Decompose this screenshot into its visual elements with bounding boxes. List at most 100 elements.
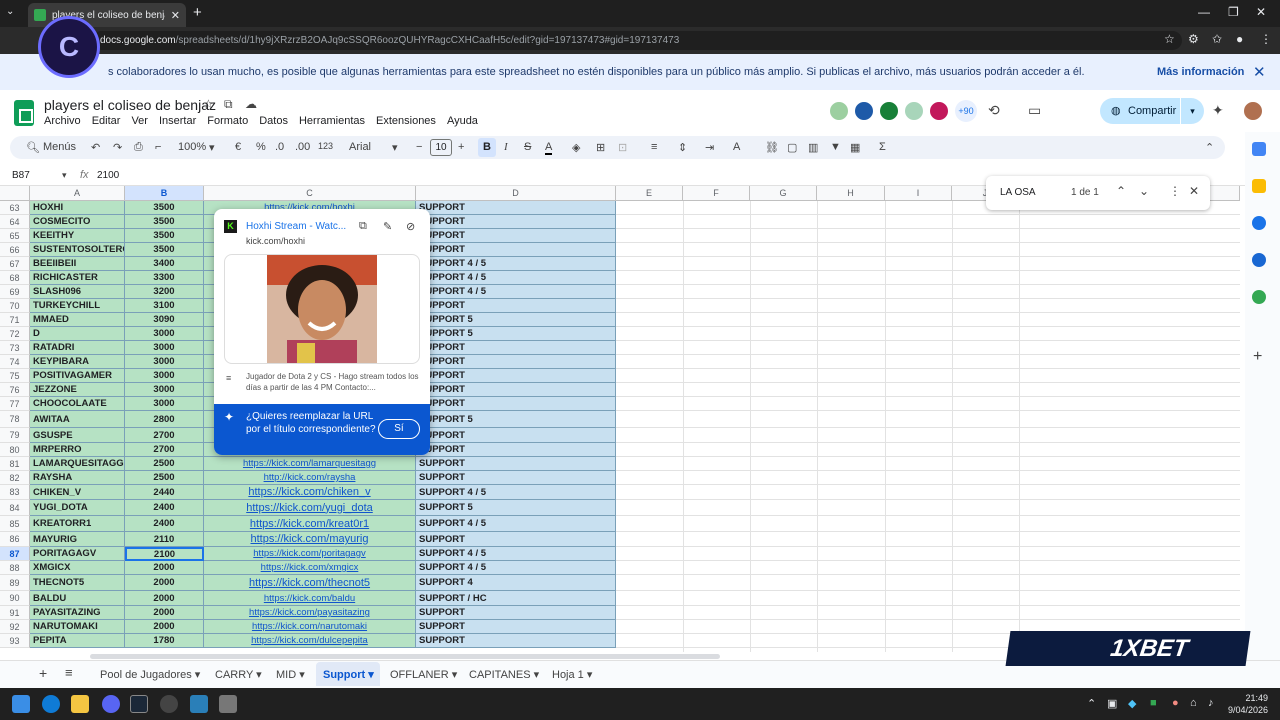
- fill-color-icon[interactable]: ◈: [572, 141, 580, 154]
- favorites-icon[interactable]: ✩: [1212, 32, 1222, 46]
- tab-mid[interactable]: MID ▾: [276, 668, 305, 681]
- mmr-cell[interactable]: 2400: [125, 500, 204, 516]
- role-cell[interactable]: SUPPORT: [416, 634, 616, 648]
- mmr-cell[interactable]: 2000: [125, 575, 204, 591]
- avatar[interactable]: [928, 100, 950, 122]
- paint-format-icon[interactable]: ⌐: [155, 141, 161, 153]
- role-cell[interactable]: SUPPORT / HC: [416, 591, 616, 606]
- player-name-cell[interactable]: LAMARQUESITAGG: [30, 457, 125, 471]
- column-header[interactable]: B: [125, 186, 204, 201]
- column-header[interactable]: F: [683, 186, 750, 201]
- horizontal-align-icon[interactable]: ≡: [651, 141, 657, 153]
- avatar[interactable]: [903, 100, 925, 122]
- role-cell[interactable]: SUPPORT 5: [416, 411, 616, 428]
- star-icon[interactable]: ☆: [203, 97, 214, 111]
- column-header[interactable]: G: [750, 186, 817, 201]
- tab-hoja-1[interactable]: Hoja 1 ▾: [552, 668, 592, 681]
- mmr-cell[interactable]: 2800: [125, 411, 204, 428]
- player-name-cell[interactable]: COSMECITO: [30, 215, 125, 229]
- link-preview-thumbnail[interactable]: [224, 254, 420, 364]
- role-cell[interactable]: SUPPORT: [416, 229, 616, 243]
- collaborator-count[interactable]: +90: [955, 100, 977, 122]
- zoom-select[interactable]: 100%: [178, 141, 206, 153]
- role-cell[interactable]: SUPPORT 4 / 5: [416, 271, 616, 285]
- close-tab-icon[interactable]: ✕: [171, 9, 180, 22]
- mmr-cell[interactable]: 3000: [125, 355, 204, 369]
- file-explorer-icon[interactable]: [71, 695, 89, 713]
- column-header[interactable]: C: [204, 186, 416, 201]
- kick-link-cell[interactable]: https://kick.com/poritagagv: [204, 547, 416, 561]
- add-addon-icon[interactable]: +: [1253, 348, 1262, 366]
- avatar[interactable]: [828, 100, 850, 122]
- mmr-cell[interactable]: 3500: [125, 215, 204, 229]
- collapse-menus-icon[interactable]: ⌃: [1205, 141, 1214, 154]
- player-name-cell[interactable]: RICHICASTER: [30, 271, 125, 285]
- name-box-dropdown-icon[interactable]: ▾: [62, 170, 67, 181]
- microphone-icon[interactable]: ●: [1172, 697, 1179, 709]
- role-cell[interactable]: SUPPORT: [416, 355, 616, 369]
- tab-offlaner[interactable]: OFFLANER ▾: [390, 668, 457, 681]
- role-cell[interactable]: SUPPORT: [416, 620, 616, 634]
- profile-icon[interactable]: ●: [1236, 32, 1243, 46]
- redo-icon[interactable]: ↷: [113, 141, 122, 154]
- player-name-cell[interactable]: XMGICX: [30, 561, 125, 575]
- calendar-icon[interactable]: [1252, 142, 1266, 156]
- print-icon[interactable]: ⎙: [134, 141, 143, 154]
- kick-link-cell[interactable]: https://kick.com/thecnot5: [204, 575, 416, 591]
- mmr-cell[interactable]: 3500: [125, 201, 204, 215]
- role-cell[interactable]: SUPPORT: [416, 369, 616, 383]
- row-header[interactable]: 82: [0, 471, 30, 485]
- column-header[interactable]: I: [885, 186, 952, 201]
- contacts-icon[interactable]: [1252, 253, 1266, 267]
- mmr-cell[interactable]: 3500: [125, 243, 204, 257]
- mmr-cell[interactable]: 2100: [125, 547, 204, 561]
- font-size-minus-icon[interactable]: −: [416, 141, 422, 153]
- player-name-cell[interactable]: NARUTOMAKI: [30, 620, 125, 634]
- decrease-decimals[interactable]: .0: [275, 141, 284, 153]
- role-cell[interactable]: SUPPORT: [416, 383, 616, 397]
- role-cell[interactable]: SUPPORT: [416, 471, 616, 485]
- menu-extensiones[interactable]: Extensiones: [376, 115, 436, 127]
- add-sheet-icon[interactable]: +: [39, 665, 47, 681]
- menu-herramientas[interactable]: Herramientas: [299, 115, 365, 127]
- player-name-cell[interactable]: MMAED: [30, 313, 125, 327]
- player-name-cell[interactable]: POSITIVAGAMER: [30, 369, 125, 383]
- mmr-cell[interactable]: 1780: [125, 634, 204, 648]
- role-cell[interactable]: SUPPORT: [416, 532, 616, 547]
- mmr-cell[interactable]: 2700: [125, 428, 204, 443]
- font-size-field[interactable]: 10: [430, 139, 452, 156]
- player-name-cell[interactable]: MRPERRO: [30, 443, 125, 457]
- row-header[interactable]: 88: [0, 561, 30, 575]
- tab-carry[interactable]: CARRY ▾: [215, 668, 262, 681]
- formula-input[interactable]: 2100: [97, 170, 119, 181]
- player-name-cell[interactable]: BEEIIBEII: [30, 257, 125, 271]
- player-name-cell[interactable]: THECNOT5: [30, 575, 125, 591]
- obs-icon[interactable]: [160, 695, 178, 713]
- role-cell[interactable]: SUPPORT 4 / 5: [416, 516, 616, 532]
- column-header[interactable]: A: [30, 186, 125, 201]
- tab-support[interactable]: Support ▾: [323, 668, 374, 681]
- row-header[interactable]: 65: [0, 229, 30, 243]
- menu-ver[interactable]: Ver: [131, 115, 148, 127]
- menu-ayuda[interactable]: Ayuda: [447, 115, 478, 127]
- network-icon[interactable]: ⌂: [1190, 697, 1197, 709]
- horizontal-scrollbar[interactable]: [90, 654, 720, 659]
- keep-icon[interactable]: [1252, 179, 1266, 193]
- avatar[interactable]: [878, 100, 900, 122]
- select-all-corner[interactable]: [0, 186, 30, 201]
- column-header[interactable]: D: [416, 186, 616, 201]
- tray-app-icon[interactable]: ◆: [1128, 697, 1136, 710]
- player-name-cell[interactable]: BALDU: [30, 591, 125, 606]
- row-header[interactable]: 92: [0, 620, 30, 634]
- insert-link-icon[interactable]: ⛓: [765, 141, 779, 154]
- start-icon[interactable]: [12, 695, 30, 713]
- player-name-cell[interactable]: GSUSPE: [30, 428, 125, 443]
- vertical-align-icon[interactable]: ⇕: [678, 141, 687, 154]
- insert-chart-icon[interactable]: ▥: [808, 141, 818, 154]
- tab-pool-de-jugadores[interactable]: Pool de Jugadores ▾: [100, 668, 200, 681]
- find-options-icon[interactable]: ⋮: [1169, 184, 1181, 198]
- player-name-cell[interactable]: CHOOCOLAATE: [30, 397, 125, 411]
- row-header[interactable]: 84: [0, 500, 30, 516]
- kick-link-cell[interactable]: https://kick.com/mayurig: [204, 532, 416, 547]
- mmr-cell[interactable]: 2440: [125, 485, 204, 500]
